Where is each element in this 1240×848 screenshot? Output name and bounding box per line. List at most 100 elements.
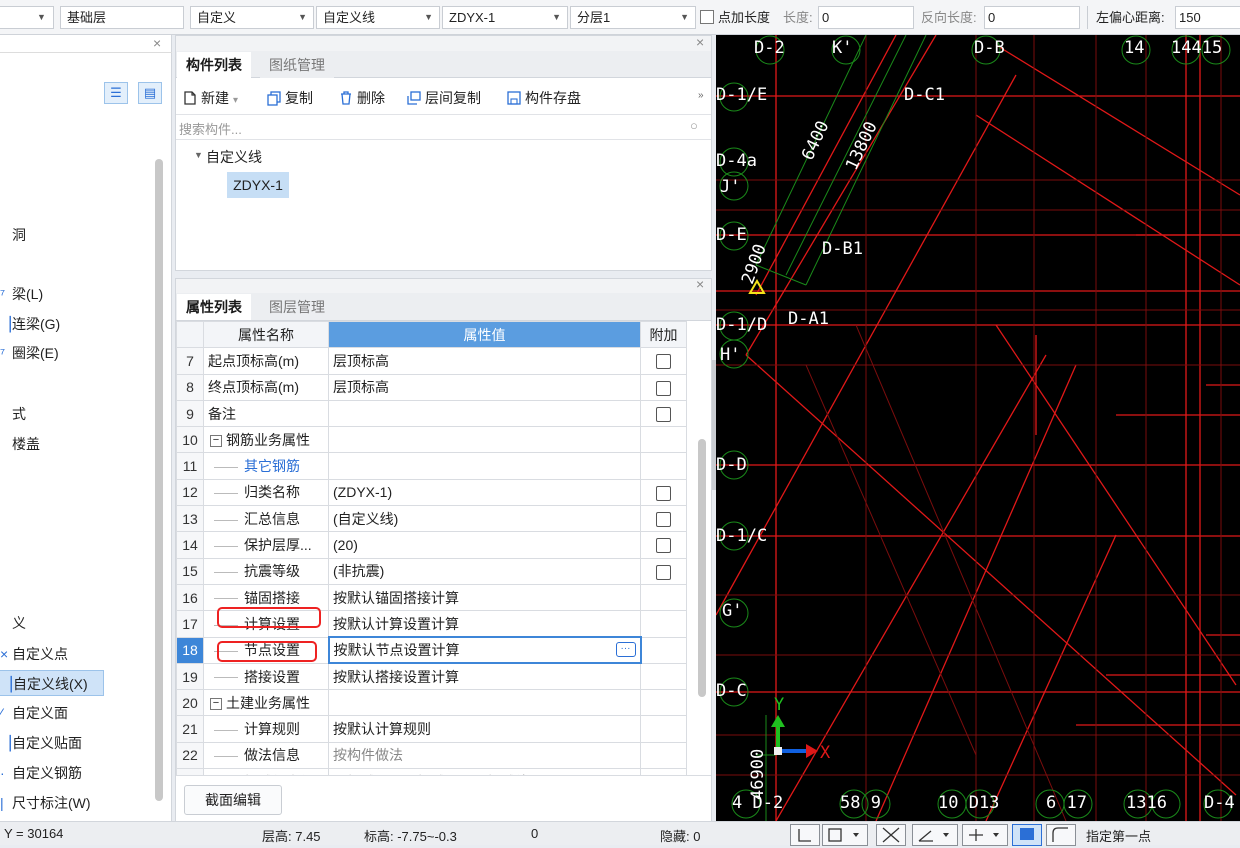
more-icon[interactable]: » — [698, 90, 704, 101]
collapse-icon[interactable]: − — [210, 698, 222, 711]
left-offset-input[interactable]: 150 — [1175, 6, 1240, 29]
property-value[interactable] — [328, 689, 641, 717]
table-row[interactable]: 10− 钢筋业务属性 — [176, 426, 687, 454]
property-value[interactable] — [328, 426, 641, 454]
length-input[interactable]: 0 — [818, 6, 914, 29]
delete-button[interactable]: 删除 — [338, 87, 385, 109]
component-list-panel: × 构件列表 图纸管理 新建 ▾ 复制 删除 层间复制 构件存盘 » 搜索构件..… — [175, 34, 712, 271]
search-icon[interactable]: ○ — [690, 118, 698, 133]
attach-checkbox[interactable] — [656, 354, 671, 370]
table-row[interactable]: 22 做法信息 按构件做法 — [176, 741, 687, 770]
property-value[interactable]: 按默认节点设置计算 ··· — [327, 636, 642, 665]
cross-select-icon[interactable] — [876, 824, 906, 846]
property-value[interactable]: (自定义线) — [328, 505, 641, 533]
tree-item-label: 式 — [12, 406, 26, 422]
point-length-checkbox[interactable] — [700, 10, 714, 24]
table-row[interactable]: 13 汇总信息 (自定义线) — [176, 505, 687, 533]
list-view-icon[interactable]: ☰ — [104, 82, 128, 104]
attach-checkbox[interactable] — [656, 538, 671, 554]
component-combo[interactable]: ZDYX-1 ▼ — [442, 6, 568, 29]
floor-copy-button[interactable]: 层间复制 — [406, 87, 481, 109]
tree-item[interactable]: 楼盖 — [0, 431, 40, 457]
expand-icon[interactable]: ▼ — [194, 150, 203, 160]
new-button[interactable]: 新建 ▾ — [182, 87, 238, 109]
layer-combo[interactable]: 分层1 ▼ — [570, 6, 696, 29]
table-row[interactable]: 11 其它钢筋 — [176, 452, 687, 480]
attach-checkbox[interactable] — [656, 380, 671, 396]
table-row[interactable]: 21 计算规则 按默认计算规则 — [176, 715, 687, 743]
table-row[interactable]: 19 搭接设置 按默认搭接设置计算 — [176, 662, 687, 691]
property-value[interactable]: 层顶标高 — [328, 347, 641, 375]
tree-item[interactable]: 洞 — [0, 222, 26, 248]
header-name: 属性名称 — [203, 320, 329, 349]
scrollbar[interactable] — [698, 439, 706, 697]
property-value[interactable]: 按默认锚固搭接计算 — [328, 583, 641, 612]
property-value[interactable]: 按默认计算规则 — [328, 715, 641, 743]
tree-item[interactable]: × 自定义点 — [0, 641, 68, 667]
tree-root[interactable]: 自定义线 — [206, 147, 262, 167]
table-row[interactable]: 12 归类名称 (ZDYX-1) — [176, 478, 687, 507]
property-value[interactable]: 层顶标高 — [328, 373, 641, 401]
property-value[interactable] — [328, 399, 641, 428]
tree-item[interactable]: 义 — [0, 610, 26, 636]
property-value[interactable]: (非抗震) — [328, 557, 641, 585]
tree-item[interactable]: · 自定义钢筋 — [0, 760, 82, 786]
table-row[interactable]: 8 终点顶标高(m) 层顶标高 — [176, 373, 687, 401]
close-icon[interactable]: × — [153, 35, 161, 51]
reverse-length-input[interactable]: 0 — [984, 6, 1080, 29]
table-row[interactable]: 20− 土建业务属性 — [176, 689, 687, 717]
tab-property-list[interactable]: 属性列表 — [177, 294, 251, 320]
tree-item[interactable]: ⁄ 自定义面 — [0, 700, 68, 726]
attach-checkbox[interactable] — [656, 564, 671, 580]
property-value-text: 按默认节点设置计算 — [333, 642, 460, 659]
angle-icon[interactable] — [912, 824, 958, 846]
copy-button[interactable]: 复制 — [266, 87, 313, 109]
tree-connector — [214, 519, 238, 521]
tree-item-zdyx-1[interactable]: ZDYX-1 — [227, 172, 289, 198]
attach-checkbox[interactable] — [656, 512, 671, 528]
property-value[interactable]: 按构件做法 — [328, 741, 641, 770]
floor-combo[interactable]: 基础层 ▼ — [60, 6, 197, 29]
select-mode-icon[interactable] — [822, 824, 868, 846]
save-component-button[interactable]: 构件存盘 — [506, 87, 581, 109]
ellipsis-button-icon[interactable]: ··· — [615, 642, 636, 658]
snap-icon[interactable] — [962, 824, 1008, 846]
elevation: 标高: -7.75~-0.3 — [364, 829, 457, 844]
tab-component-list[interactable]: 构件列表 — [177, 52, 251, 78]
search-input[interactable]: 搜索构件... — [179, 119, 242, 138]
tree-item[interactable]: 式 — [0, 401, 26, 427]
tab-drawing-management[interactable]: 图纸管理 — [260, 52, 334, 78]
close-icon[interactable]: × — [696, 34, 704, 50]
element-combo[interactable]: 自定义线 ▼ — [316, 6, 440, 29]
attach-checkbox[interactable] — [656, 485, 671, 501]
search-box[interactable]: 搜索构件... ○ — [176, 114, 711, 140]
table-row[interactable]: 7 起点顶标高(m) 层顶标高 — [176, 347, 687, 375]
element-type-combo[interactable]: ▼ — [0, 6, 54, 29]
curve-icon[interactable] — [1046, 824, 1076, 846]
tree-item[interactable]: ▕连梁(G) — [0, 311, 60, 337]
tree-item[interactable]: ▕自定义线(X) — [0, 670, 104, 696]
tree-item[interactable]: | 尺寸标注(W) — [0, 790, 91, 816]
tree-item[interactable]: ▕自定义贴面 — [0, 730, 82, 756]
attach-checkbox[interactable] — [656, 406, 671, 422]
tree-item[interactable]: ⁷ 梁(L) — [0, 281, 43, 307]
table-row[interactable]: 14 保护层厚... (20) — [176, 531, 687, 559]
property-value[interactable] — [328, 452, 641, 480]
property-value[interactable]: (ZDYX-1) — [328, 478, 641, 507]
property-value[interactable]: 按默认计算设置计算 — [328, 610, 641, 638]
tab-layer-management[interactable]: 图层管理 — [260, 294, 334, 320]
collapse-icon[interactable]: − — [210, 435, 222, 448]
scrollbar[interactable] — [155, 159, 163, 801]
section-edit-button[interactable]: 截面编辑 — [184, 785, 282, 815]
table-row[interactable]: 9 备注 — [176, 399, 687, 428]
cad-drawing-canvas[interactable]: D-2 K' D-B 14 14415 D-1/E D-C1 6400 13800 D-4a J' D… — [716, 35, 1240, 821]
close-icon[interactable]: × — [696, 276, 704, 292]
tree-item[interactable]: ⁷ 圈梁(E) — [0, 340, 59, 366]
display-toggle-icon[interactable] — [1012, 824, 1042, 846]
ortho-toggle-icon[interactable] — [790, 824, 820, 846]
property-value[interactable]: 按默认搭接设置计算 — [328, 662, 641, 691]
table-row[interactable]: 15 抗震等级 (非抗震) — [176, 557, 687, 585]
category-combo[interactable]: 自定义 ▼ — [190, 6, 314, 29]
detail-view-icon[interactable]: ▤ — [138, 82, 162, 104]
property-value[interactable]: (20) — [328, 531, 641, 559]
